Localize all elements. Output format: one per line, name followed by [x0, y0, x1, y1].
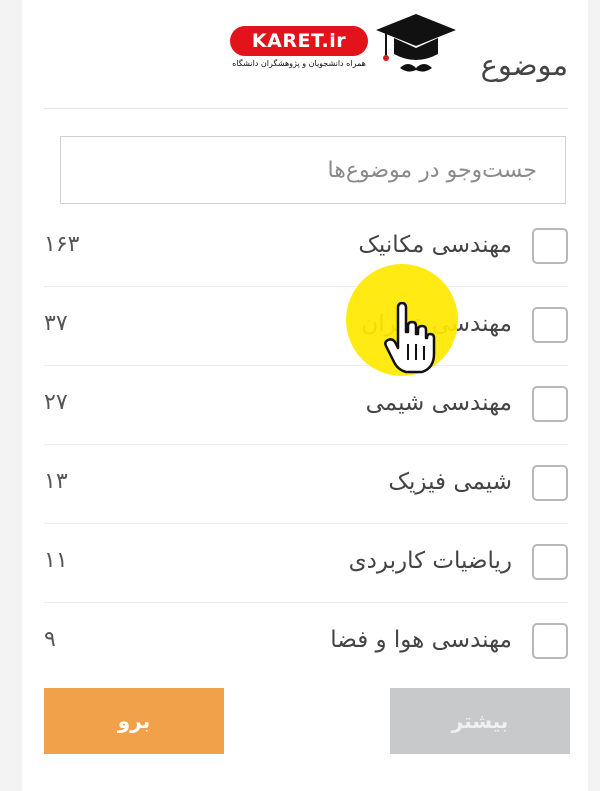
filter-header: KARET.ir همراه دانشجویان و پژوهشگران دان…	[44, 0, 568, 109]
filter-label[interactable]: مهندسی هوا و فضا	[330, 627, 512, 653]
filter-checkbox[interactable]	[532, 623, 568, 659]
filter-count: ۱۱	[44, 548, 68, 573]
filter-count: ۲۷	[44, 390, 68, 415]
filter-label[interactable]: ریاضیات کاربردی	[349, 548, 512, 574]
filter-label[interactable]: مهندسی عمران	[361, 311, 512, 337]
filter-count: ۱۳	[44, 469, 68, 494]
filter-count: ۱۶۳	[44, 232, 80, 257]
topic-search-input[interactable]	[61, 137, 565, 203]
logo-brand-badge: KARET.ir	[230, 26, 368, 56]
filter-row-chemical[interactable]: ۲۷ مهندسی شیمی	[44, 366, 568, 445]
filter-row-mechanical[interactable]: ۱۶۳ مهندسی مکانیک	[44, 208, 568, 287]
filter-checkbox[interactable]	[532, 307, 568, 343]
filter-row-civil[interactable]: ۳۷ مهندسی عمران	[44, 287, 568, 366]
karet-logo: KARET.ir همراه دانشجویان و پژوهشگران دان…	[224, 10, 464, 80]
topic-filter-list: ۱۶۳ مهندسی مکانیک ۳۷ مهندسی عمران ۲۷ مهن…	[44, 208, 568, 681]
filter-label[interactable]: شیمی فیزیک	[388, 469, 512, 495]
topic-search-field[interactable]	[60, 136, 566, 204]
more-button[interactable]: بیشتر	[390, 688, 570, 754]
section-title: موضوع	[480, 48, 568, 82]
filter-label[interactable]: مهندسی شیمی	[366, 390, 512, 416]
logo-tagline: همراه دانشجویان و پژوهشگران دانشگاه	[232, 59, 366, 68]
filter-row-physical-chemistry[interactable]: ۱۳ شیمی فیزیک	[44, 445, 568, 524]
filter-row-aerospace[interactable]: ۹ مهندسی هوا و فضا	[44, 603, 568, 681]
filter-checkbox[interactable]	[532, 386, 568, 422]
go-button[interactable]: برو	[44, 688, 224, 754]
filter-label[interactable]: مهندسی مکانیک	[358, 232, 512, 258]
filter-count: ۳۷	[44, 311, 68, 336]
filter-checkbox[interactable]	[532, 228, 568, 264]
filter-row-applied-math[interactable]: ۱۱ ریاضیات کاربردی	[44, 524, 568, 603]
filter-checkbox[interactable]	[532, 544, 568, 580]
filter-checkbox[interactable]	[532, 465, 568, 501]
graduation-cap-mustache-icon	[376, 14, 456, 72]
filter-count: ۹	[44, 627, 56, 652]
